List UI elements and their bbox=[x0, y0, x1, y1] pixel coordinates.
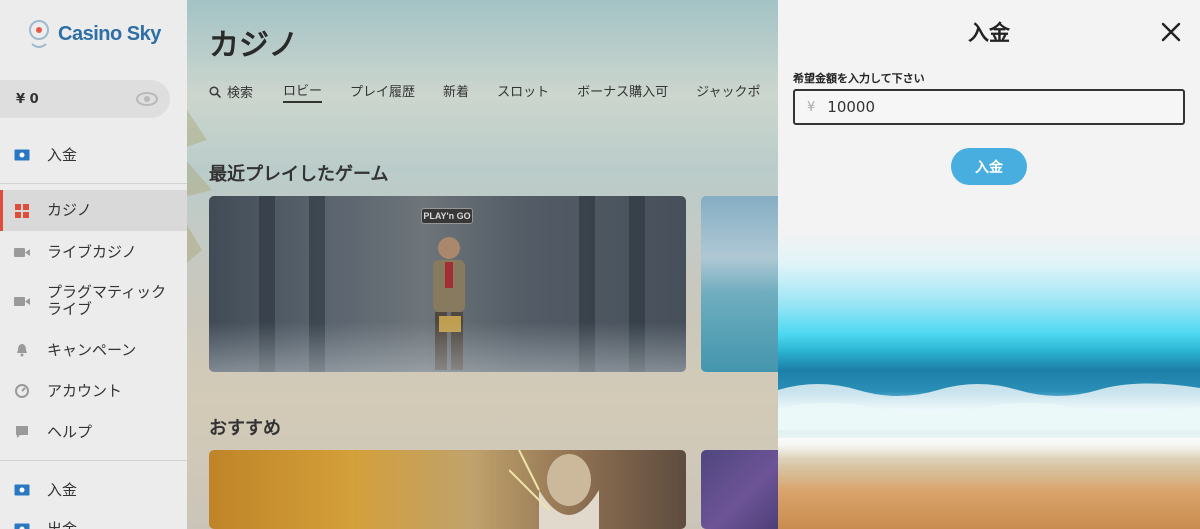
sidebar-item-account[interactable]: アカウント bbox=[0, 380, 187, 402]
currency-symbol: ¥ bbox=[807, 99, 816, 115]
eye-icon[interactable] bbox=[136, 92, 158, 106]
tab-lobby[interactable]: ロビー bbox=[283, 80, 323, 103]
close-icon[interactable] bbox=[1160, 21, 1182, 43]
page-title: カジノ bbox=[209, 28, 299, 63]
game-card[interactable] bbox=[701, 450, 778, 529]
brand-logo-icon bbox=[29, 20, 49, 48]
sidebar-divider bbox=[0, 460, 187, 461]
deposit-submit-button[interactable]: 入金 bbox=[951, 148, 1027, 185]
game-card[interactable] bbox=[209, 450, 686, 529]
balance-value: ¥ 0 bbox=[16, 91, 39, 107]
section-title-recent: 最近プレイしたゲーム bbox=[209, 164, 389, 185]
tab-label: 検索 bbox=[227, 86, 254, 101]
category-tabs: 検索 ロビー プレイ履歴 新着 スロット ボーナス購入可 ジャックポ bbox=[209, 80, 778, 103]
section-title-recommended: おすすめ bbox=[209, 418, 281, 439]
sidebar-item-live-casino[interactable]: ライブカジノ bbox=[0, 241, 187, 263]
tab-new[interactable]: 新着 bbox=[443, 81, 469, 102]
tab-slots[interactable]: スロット bbox=[497, 81, 549, 102]
brand-name: Casino Sky bbox=[58, 22, 161, 45]
tab-play-history[interactable]: プレイ履歴 bbox=[350, 81, 415, 102]
grid-icon bbox=[14, 203, 30, 218]
sidebar-item-label: キャンペーン bbox=[47, 340, 137, 359]
sidebar-item-label: プラグマティック ライブ bbox=[47, 283, 167, 318]
game-card[interactable]: PLAY'n GO bbox=[209, 196, 686, 372]
sidebar-item-deposit[interactable]: 入金 bbox=[0, 144, 187, 166]
sidebar-item-label: 入金 bbox=[47, 145, 78, 164]
bell-icon bbox=[14, 343, 30, 357]
tab-jackpot[interactable]: ジャックポ bbox=[696, 81, 760, 102]
chat-icon bbox=[14, 425, 30, 439]
amount-field[interactable]: ¥ bbox=[793, 89, 1185, 125]
sidebar-item-label: アカウント bbox=[47, 381, 123, 400]
main-content: カジノ 検索 ロビー プレイ履歴 新着 スロット ボーナス購入可 ジャックポ 最… bbox=[187, 0, 778, 529]
amount-input[interactable] bbox=[827, 98, 1128, 116]
sidebar-item-campaign[interactable]: キャンペーン bbox=[0, 339, 187, 361]
sidebar-item-deposit-bottom[interactable]: 入金 bbox=[0, 479, 187, 501]
sidebar-item-label: ヘルプ bbox=[47, 422, 93, 441]
video-camera-icon bbox=[14, 294, 30, 308]
sidebar-item-label: カジノ bbox=[47, 201, 92, 219]
brand-logo[interactable]: Casino Sky bbox=[24, 16, 161, 52]
sidebar-item-label: ライブカジノ bbox=[47, 242, 137, 261]
balance-display: ¥ 0 bbox=[0, 80, 170, 118]
game-card[interactable] bbox=[701, 196, 778, 372]
sidebar-item-label: 入金 bbox=[47, 480, 78, 499]
video-camera-icon bbox=[14, 245, 30, 259]
panel-title: 入金 bbox=[968, 21, 1010, 45]
sidebar-item-label: 出金 bbox=[47, 519, 78, 529]
sidebar-item-pragmatic-live[interactable]: プラグマティック ライブ bbox=[0, 282, 187, 320]
cash-icon bbox=[14, 148, 30, 162]
tab-bonus-buy[interactable]: ボーナス購入可 bbox=[577, 81, 668, 102]
sidebar: Casino Sky ¥ 0 入金 カジノ ライブカジノ プラグマティック ライ… bbox=[0, 0, 187, 529]
sidebar-divider bbox=[0, 183, 187, 184]
ocean-waves-decoration bbox=[778, 383, 1200, 430]
amount-field-label: 希望金額を入力して下さい bbox=[793, 72, 925, 85]
shoreline-decoration bbox=[778, 438, 1200, 460]
sidebar-item-casino[interactable]: カジノ bbox=[0, 190, 187, 231]
game-character-image bbox=[509, 450, 599, 529]
search-icon bbox=[209, 85, 221, 98]
cash-icon bbox=[14, 483, 30, 497]
dashboard-icon bbox=[14, 384, 30, 398]
tab-search[interactable]: 検索 bbox=[209, 82, 253, 101]
sidebar-item-withdraw[interactable]: 出金 bbox=[0, 518, 187, 529]
sidebar-item-help[interactable]: ヘルプ bbox=[0, 421, 187, 443]
deposit-panel: 入金 希望金額を入力して下さい ¥ 入金 bbox=[778, 0, 1200, 529]
cash-icon bbox=[14, 522, 30, 529]
provider-logo: PLAY'n GO bbox=[421, 208, 473, 224]
